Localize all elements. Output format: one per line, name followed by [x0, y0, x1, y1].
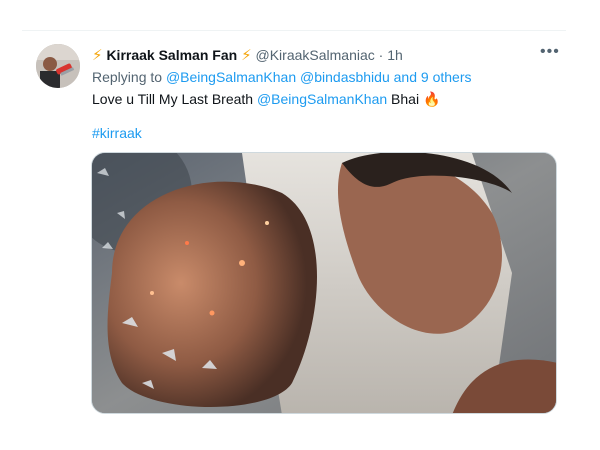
tweet-header: ⚡ Kirraak Salman Fan ⚡ @KiraakSalmaniac … [92, 46, 403, 65]
media-photo [92, 153, 556, 413]
lightning-bolt-emoji-icon: ⚡ [241, 47, 252, 64]
separator-dot: · [378, 47, 384, 63]
lightning-bolt-emoji-icon: ⚡ [92, 47, 103, 64]
top-divider [22, 30, 566, 31]
tweet-text-part: Bhai [391, 91, 420, 107]
hashtag-link[interactable]: #kirraak [92, 125, 142, 141]
more-dots-icon[interactable]: ••• [540, 43, 560, 61]
reply-mention-link[interactable]: @bindasbhidu [300, 69, 390, 85]
avatar[interactable] [36, 44, 80, 88]
user-handle[interactable]: @KiraakSalmaniac [256, 47, 375, 63]
display-name[interactable]: Kirraak Salman Fan [106, 47, 237, 63]
replying-to-line: Replying to @BeingSalmanKhan @bindasbhid… [92, 68, 471, 86]
tweet-time[interactable]: 1h [387, 47, 403, 63]
hashtag-line: #kirraak [92, 124, 142, 142]
fire-emoji-icon: 🔥 [422, 91, 441, 107]
replying-label: Replying to [92, 69, 163, 85]
reply-mention-link[interactable]: @BeingSalmanKhan [166, 69, 296, 85]
reply-others-link[interactable]: and 9 others [394, 69, 472, 85]
tweet-media-image[interactable] [91, 152, 557, 414]
tweet-text-part: Love u Till My Last Breath [92, 91, 254, 107]
mention-link[interactable]: @BeingSalmanKhan [257, 91, 387, 107]
tweet-text: Love u Till My Last Breath @BeingSalmanK… [92, 90, 440, 108]
avatar-image [36, 44, 80, 88]
